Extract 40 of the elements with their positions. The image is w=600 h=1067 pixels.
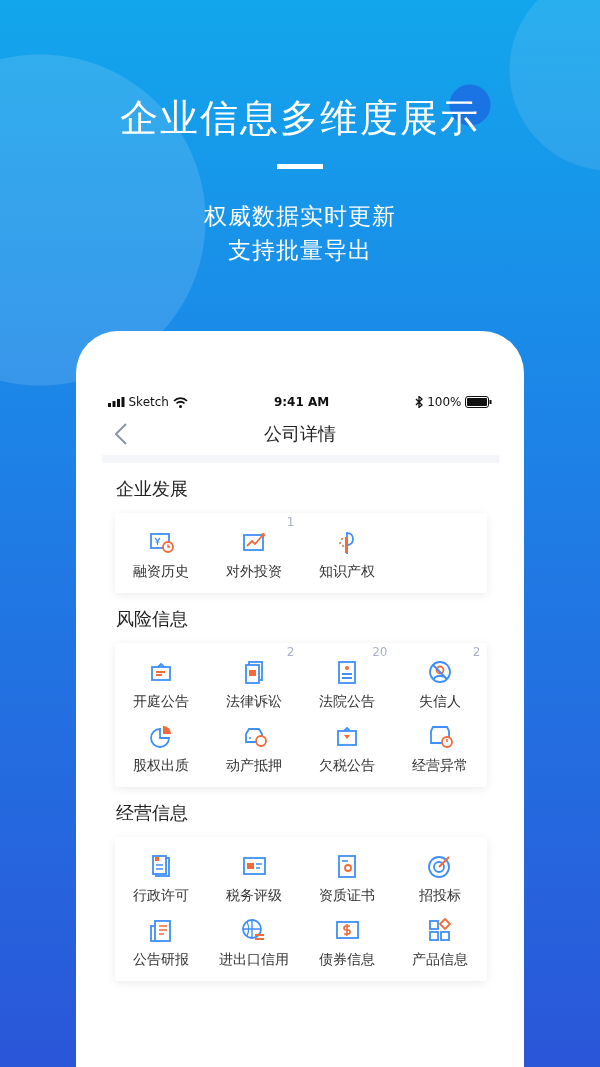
page-title: 公司详情: [264, 422, 336, 446]
bluetooth-icon: [415, 396, 424, 408]
category-item[interactable]: 动产抵押: [207, 715, 301, 775]
item-count: 2: [286, 645, 295, 659]
section-title: 企业发展: [115, 477, 189, 501]
battery-icon: [465, 396, 493, 408]
category-item[interactable]: 税务评级: [207, 845, 301, 905]
pie-chart-icon: [148, 723, 174, 749]
category-item[interactable]: 融资历史: [114, 521, 208, 581]
category-item[interactable]: 知识产权: [300, 521, 394, 581]
section-title: 风险信息: [115, 607, 189, 631]
category-item[interactable]: 招投标: [393, 845, 487, 905]
category-item[interactable]: 公告研报: [114, 909, 208, 969]
category-item[interactable]: 进出口信用: [207, 909, 301, 969]
category-item[interactable]: 欠税公告: [300, 715, 394, 775]
category-item[interactable]: 行政许可: [114, 845, 208, 905]
target-icon: [427, 853, 453, 879]
category-item[interactable]: 经营异常: [393, 715, 487, 775]
category-item[interactable]: 产品信息: [393, 909, 487, 969]
battery-percent: 100%: [427, 395, 462, 409]
signal-icon: [107, 397, 125, 407]
item-count: 20: [372, 645, 388, 659]
item-count: 1: [286, 515, 295, 529]
category-item[interactable]: 债券信息: [300, 909, 394, 969]
shop-warning-icon: [427, 723, 453, 749]
person-crossed-icon: [427, 659, 453, 685]
clock: 9:41 AM: [273, 395, 330, 409]
item-count: 2: [472, 645, 481, 659]
globe-exchange-icon: [241, 917, 267, 943]
headline: 企业信息多维度展示: [120, 95, 480, 142]
wifi-icon: [172, 396, 188, 408]
report-icon: [148, 917, 174, 943]
section-title: 经营信息: [115, 801, 189, 825]
subtitle: 支持批量导出: [228, 236, 372, 265]
category-item[interactable]: 开庭公告: [114, 651, 208, 711]
app-grid-icon: [427, 917, 453, 943]
category-item[interactable]: 资质证书: [300, 845, 394, 905]
carrier: Sketch: [128, 395, 169, 409]
category-item[interactable]: 股权出质: [114, 715, 208, 775]
subtitle: 权威数据实时更新: [204, 202, 396, 231]
